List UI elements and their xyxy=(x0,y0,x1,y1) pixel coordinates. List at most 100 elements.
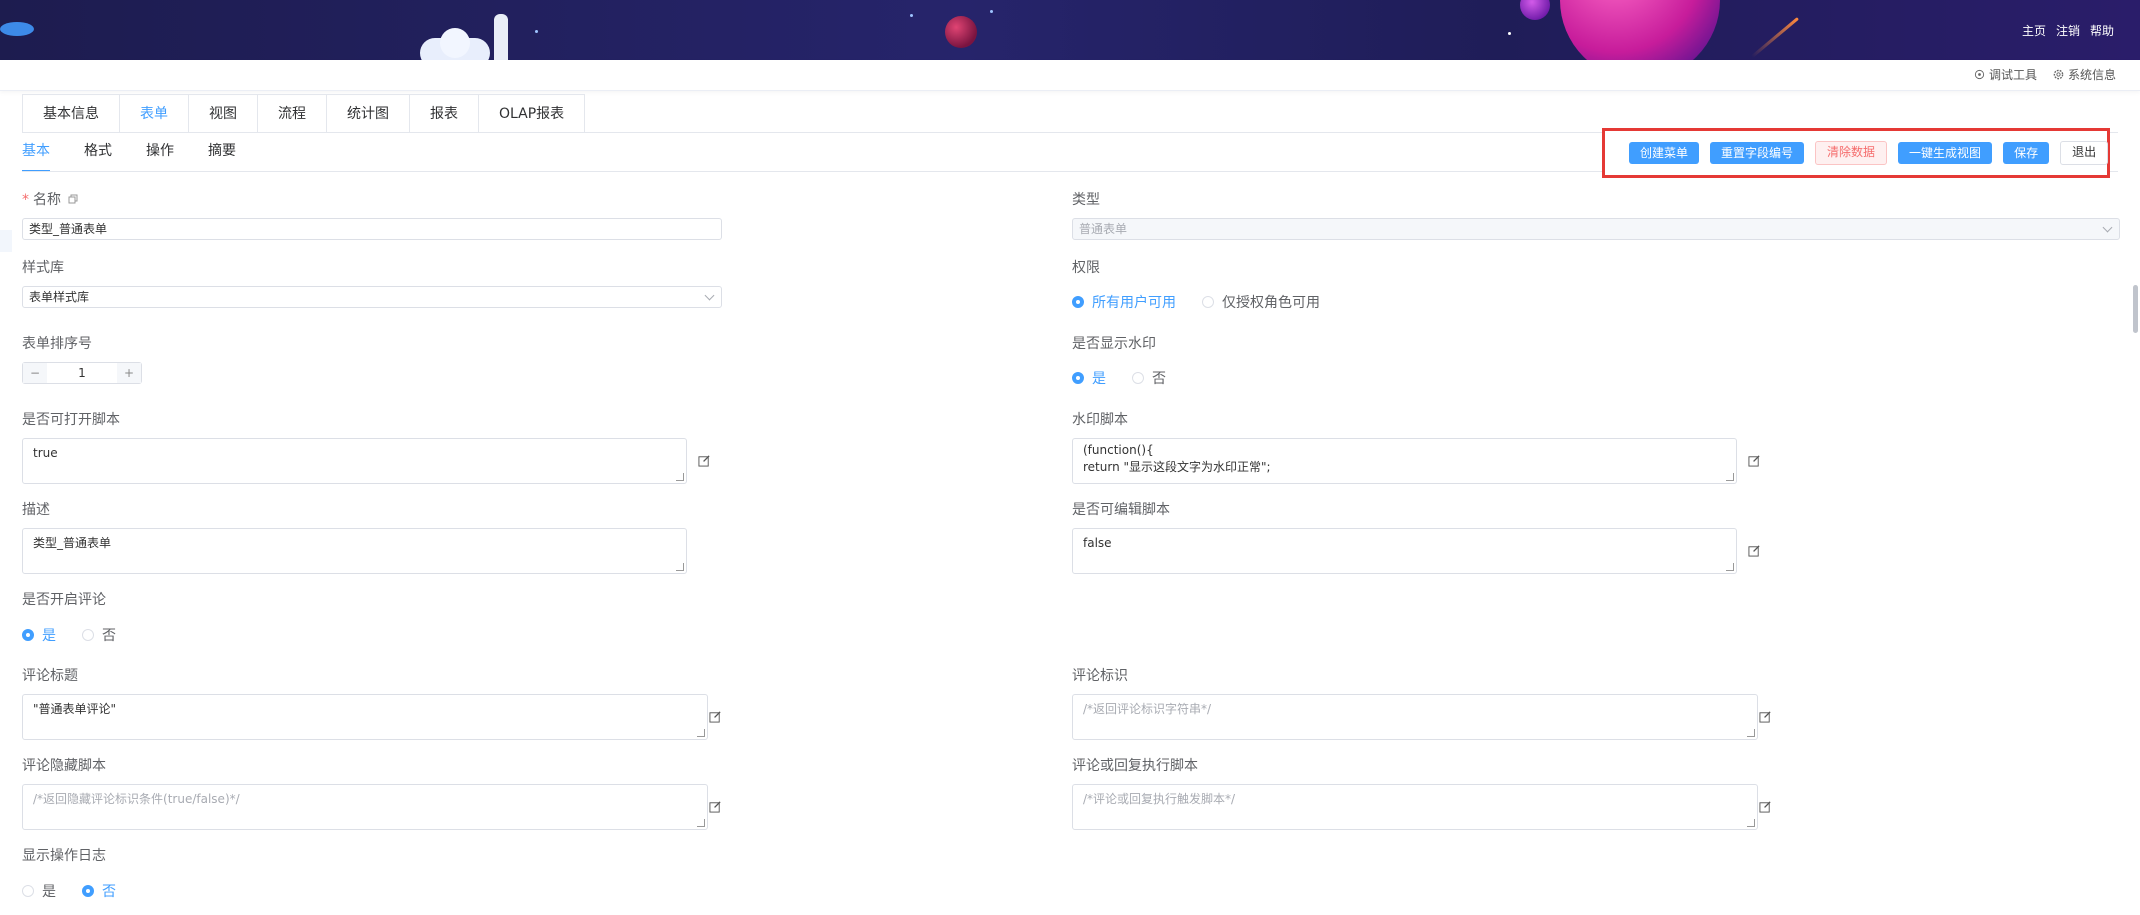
radio-dot xyxy=(1072,296,1084,308)
tab-chart[interactable]: 统计图 xyxy=(327,95,410,133)
exit-button[interactable]: 退出 xyxy=(2060,141,2109,165)
meteor-decoration xyxy=(1751,17,1799,58)
style-library-select[interactable]: 表单样式库 xyxy=(22,286,722,308)
logout-link[interactable]: 注销 xyxy=(2056,22,2080,39)
form-order-label: 表单排序号 xyxy=(22,336,92,352)
radio-dot xyxy=(82,885,94,897)
subtab-summary[interactable]: 摘要 xyxy=(208,140,236,172)
star-decoration xyxy=(910,14,913,17)
permission-authorized-roles-radio[interactable]: 仅授权角色可用 xyxy=(1202,292,1320,312)
logo-shape xyxy=(0,22,34,36)
comment-enable-label: 是否开启评论 xyxy=(22,592,106,608)
resize-grip[interactable] xyxy=(1747,729,1755,737)
operation-log-yes-radio[interactable]: 是 xyxy=(22,881,56,901)
permission-radio-group: 所有用户可用 仅授权角色可用 xyxy=(1072,292,1320,312)
edit-script-textarea[interactable]: false xyxy=(1072,528,1737,574)
sub-toolbar: 调试工具 系统信息 xyxy=(0,60,2140,91)
radio-dot xyxy=(22,885,34,897)
planet-decoration-2 xyxy=(1520,0,1550,20)
comment-enable-no-radio[interactable]: 否 xyxy=(82,625,116,645)
main-tabs: 基本信息 表单 视图 流程 统计图 报表 OLAP报表 xyxy=(22,94,586,133)
name-input[interactable]: 类型_普通表单 xyxy=(22,218,722,240)
resize-grip[interactable] xyxy=(676,473,684,481)
star-decoration xyxy=(535,30,538,33)
home-link[interactable]: 主页 xyxy=(2022,22,2046,39)
watermark-show-no-radio[interactable]: 否 xyxy=(1132,368,1166,388)
sub-tabs: 基本 格式 操作 摘要 xyxy=(22,140,236,172)
tab-flow[interactable]: 流程 xyxy=(258,95,327,133)
resize-grip[interactable] xyxy=(697,819,705,827)
description-textarea[interactable]: 类型_普通表单 xyxy=(22,528,687,574)
resize-grip[interactable] xyxy=(697,729,705,737)
resize-grip[interactable] xyxy=(1726,473,1734,481)
copy-icon[interactable] xyxy=(68,194,78,204)
tower-decoration xyxy=(494,14,508,60)
permission-all-users-radio[interactable]: 所有用户可用 xyxy=(1072,292,1176,312)
page-scrollbar[interactable] xyxy=(2133,285,2138,333)
create-menu-button[interactable]: 创建菜单 xyxy=(1629,142,1700,164)
reset-field-number-button[interactable]: 重置字段编号 xyxy=(1710,142,1805,164)
comment-exec-textarea[interactable]: /*评论或回复执行触发脚本*/ xyxy=(1072,784,1758,830)
save-button[interactable]: 保存 xyxy=(2003,142,2050,164)
clear-data-button[interactable]: 清除数据 xyxy=(1815,141,1888,165)
edit-icon[interactable] xyxy=(1759,710,1772,723)
subtab-basic[interactable]: 基本 xyxy=(22,140,50,172)
edit-icon[interactable] xyxy=(1759,800,1772,813)
type-select[interactable]: 普通表单 xyxy=(1072,218,2120,240)
header-banner: 主页 注销 帮助 xyxy=(0,0,2140,60)
edit-icon[interactable] xyxy=(1748,454,1761,467)
open-script-label: 是否可打开脚本 xyxy=(22,412,120,428)
tab-form[interactable]: 表单 xyxy=(120,95,189,133)
bug-icon xyxy=(1974,69,1985,80)
chevron-down-icon xyxy=(2102,222,2113,233)
comment-id-textarea[interactable]: /*返回评论标识字符串*/ xyxy=(1072,694,1758,740)
subtab-operation[interactable]: 操作 xyxy=(146,140,174,172)
help-link[interactable]: 帮助 xyxy=(2090,22,2114,39)
star-decoration xyxy=(990,10,993,13)
operation-log-no-radio[interactable]: 否 xyxy=(82,881,116,901)
required-asterisk: * xyxy=(22,192,29,208)
edit-icon[interactable] xyxy=(698,454,711,467)
edit-icon[interactable] xyxy=(1748,544,1761,557)
radio-dot xyxy=(1202,296,1214,308)
watermark-show-radio-group: 是 否 xyxy=(1072,368,1166,388)
watermark-script-textarea[interactable]: (function(){ return "显示这段文字为水印正常"; xyxy=(1072,438,1737,484)
system-info-link[interactable]: 系统信息 xyxy=(2053,66,2116,83)
watermark-script-label: 水印脚本 xyxy=(1072,412,1128,428)
comment-enable-yes-radio[interactable]: 是 xyxy=(22,625,56,645)
header-links: 主页 注销 帮助 xyxy=(2022,22,2114,39)
debug-tool-link[interactable]: 调试工具 xyxy=(1974,66,2037,83)
comment-title-label: 评论标题 xyxy=(22,668,78,684)
subtab-format[interactable]: 格式 xyxy=(84,140,112,172)
comment-hide-textarea[interactable]: /*返回隐藏评论标识条件(true/false)*/ xyxy=(22,784,708,830)
comment-exec-label: 评论或回复执行脚本 xyxy=(1072,758,1198,774)
tab-view[interactable]: 视图 xyxy=(189,95,258,133)
generate-view-button[interactable]: 一键生成视图 xyxy=(1898,142,1993,164)
tab-basic-info[interactable]: 基本信息 xyxy=(23,95,120,133)
open-script-textarea[interactable]: true xyxy=(22,438,687,484)
tab-olap-report[interactable]: OLAP报表 xyxy=(479,95,584,133)
tab-report[interactable]: 报表 xyxy=(410,95,479,133)
decrement-button[interactable]: − xyxy=(23,363,47,383)
resize-grip[interactable] xyxy=(676,563,684,571)
comment-hide-label: 评论隐藏脚本 xyxy=(22,758,106,774)
style-library-value: 表单样式库 xyxy=(29,290,90,304)
side-collapse-strip xyxy=(0,230,12,252)
edit-icon[interactable] xyxy=(709,710,722,723)
radio-dot xyxy=(1132,372,1144,384)
action-button-group: 创建菜单 重置字段编号 清除数据 一键生成视图 保存 退出 xyxy=(1602,128,2110,178)
comment-enable-radio-group: 是 否 xyxy=(22,625,116,645)
comment-title-textarea[interactable]: "普通表单评论" xyxy=(22,694,708,740)
edit-icon[interactable] xyxy=(709,800,722,813)
description-label: 描述 xyxy=(22,502,50,518)
chevron-down-icon xyxy=(704,290,715,301)
watermark-show-yes-radio[interactable]: 是 xyxy=(1072,368,1106,388)
planet-decoration-3 xyxy=(1560,0,1720,60)
increment-button[interactable]: + xyxy=(117,363,141,383)
resize-grip[interactable] xyxy=(1747,819,1755,827)
form-order-value[interactable]: 1 xyxy=(47,366,117,380)
watermark-show-label: 是否显示水印 xyxy=(1072,336,1156,352)
permission-label: 权限 xyxy=(1072,260,1100,276)
operation-log-label: 显示操作日志 xyxy=(22,848,106,864)
resize-grip[interactable] xyxy=(1726,563,1734,571)
